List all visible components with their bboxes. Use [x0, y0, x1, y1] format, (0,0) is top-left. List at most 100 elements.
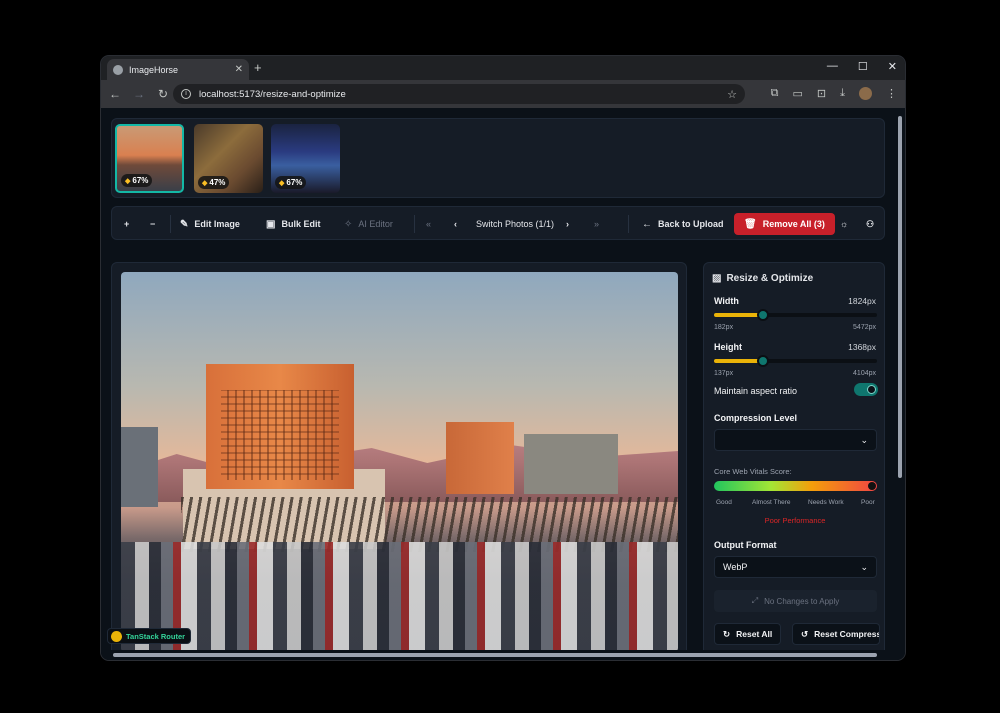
extension-icons: ⧉ ▭ ⊡ ⤓ ⋮ [771, 87, 897, 100]
zoom-out-button[interactable]: − [144, 213, 161, 235]
cwv-scale-needs-work: Needs Work [808, 499, 844, 506]
zoom-in-button[interactable]: + [118, 213, 135, 235]
maximize-icon[interactable]: ☐ [858, 60, 868, 73]
cwv-label: Core Web Vitals Score: [714, 467, 792, 476]
height-value: 1368px [848, 342, 876, 352]
prev-photo-icon[interactable]: ‹ [448, 213, 463, 235]
divider [628, 215, 629, 233]
profile-avatar[interactable] [859, 87, 872, 100]
reset-all-button[interactable]: ↻ Reset All [714, 623, 782, 645]
pencil-icon: ✎ [180, 218, 189, 230]
horizontal-scrollbar[interactable] [101, 650, 895, 660]
score-value: 67% [132, 176, 149, 185]
back-arrow-icon[interactable]: ← [109, 87, 121, 101]
edit-image-button[interactable]: ✎ Edit Image [174, 213, 246, 235]
images-icon: ▣ [266, 218, 276, 230]
minimize-icon[interactable]: — [827, 60, 838, 73]
cwv-scale-good: Good [716, 499, 732, 506]
panel-title: ▨ Resize & Optimize [712, 273, 813, 284]
theme-toggle-icon[interactable]: ☼ [834, 213, 854, 235]
cwv-score-marker [868, 482, 876, 490]
tanstack-logo-icon [111, 630, 122, 642]
photo-building [446, 422, 514, 494]
back-to-upload-button[interactable]: ← Back to Upload [636, 213, 730, 235]
sparkles-icon: ✧ [344, 218, 353, 230]
thumbnail-strip: ◆ 67% ◆ 47% ◆ 67% [111, 118, 885, 198]
user-icon[interactable]: ⚇ [860, 213, 880, 235]
score-badge: ◆ 67% [275, 176, 307, 189]
next-photo-icon[interactable]: › [560, 213, 575, 235]
divider [414, 215, 415, 233]
remove-all-button[interactable]: 🗑 Remove All (3) [734, 213, 835, 235]
height-label: Height [714, 342, 742, 352]
resize-optimize-panel: ▨ Resize & Optimize Width 1824px 182px 54… [703, 262, 885, 660]
preview-image[interactable] [121, 272, 678, 652]
page-viewport: ◆ 67% ◆ 47% ◆ 67% + − ✎ Edit Image ▣ Bulk Edi… [101, 108, 905, 660]
vertical-scroll-thumb[interactable] [898, 116, 902, 478]
score-value: 67% [286, 178, 303, 187]
browser-tab[interactable]: ImageHorse ✕ [107, 59, 249, 80]
undo-icon: ↺ [801, 628, 809, 639]
horizontal-scroll-thumb[interactable] [113, 653, 877, 657]
width-slider-handle[interactable] [756, 309, 769, 321]
thumbnail-3[interactable]: ◆ 67% [271, 124, 340, 193]
cwv-scale-almost: Almost There [752, 499, 791, 506]
cast-icon[interactable]: ▭ [793, 87, 803, 100]
image-canvas [111, 262, 687, 660]
width-min: 182px [714, 324, 734, 331]
browser-window: ImageHorse ✕ + — ☐ ✕ ← → ↻ i localhost:5… [101, 56, 905, 660]
extensions-icon[interactable]: ⧉ [771, 87, 779, 100]
bulk-edit-label: Bulk Edit [281, 219, 321, 229]
width-max: 5472px [853, 324, 876, 331]
chevron-down-icon: ⌄ [860, 561, 868, 572]
photo-building [524, 434, 618, 494]
arrow-left-icon: ← [642, 218, 652, 230]
download-icon[interactable]: ⤓ [840, 87, 845, 100]
tanstack-devtools-button[interactable]: TanStack Router [107, 628, 192, 644]
toggle-knob [867, 385, 876, 394]
first-photo-icon[interactable]: « [420, 213, 437, 235]
compression-select[interactable]: ⌄ [714, 429, 877, 451]
last-photo-icon[interactable]: » [588, 213, 605, 235]
bulk-edit-button[interactable]: ▣ Bulk Edit [260, 213, 326, 235]
new-tab-icon[interactable]: + [254, 60, 262, 75]
apply-changes-button[interactable]: ⤢ No Changes to Apply [714, 590, 877, 612]
photo-building [121, 427, 158, 507]
height-min: 137px [714, 370, 734, 377]
address-bar: ← → ↻ i localhost:5173/resize-and-optimi… [101, 80, 905, 108]
url-text[interactable]: localhost:5173/resize-and-optimize [199, 89, 719, 100]
forward-arrow-icon[interactable]: → [133, 87, 145, 101]
apply-changes-label: No Changes to Apply [764, 596, 840, 606]
aspect-ratio-label: Maintain aspect ratio [714, 386, 798, 396]
photo-windows [221, 390, 339, 480]
ai-editor-label: AI Editor [358, 219, 393, 229]
reset-compression-label: Reset Compression [814, 629, 880, 639]
height-slider[interactable] [714, 355, 877, 367]
ai-editor-button[interactable]: ✧ AI Editor [338, 213, 399, 235]
bolt-icon: ◆ [125, 177, 131, 185]
score-value: 47% [209, 178, 226, 187]
vertical-scrollbar[interactable] [895, 108, 905, 660]
thumbnail-2[interactable]: ◆ 47% [194, 124, 263, 193]
compression-label: Compression Level [714, 413, 798, 423]
thumbnail-1[interactable]: ◆ 67% [115, 124, 184, 193]
aspect-ratio-toggle[interactable] [854, 383, 878, 396]
output-format-select[interactable]: WebP ⌄ [714, 556, 877, 578]
screenshot-icon[interactable]: ⊡ [817, 87, 826, 100]
reset-compression-button[interactable]: ↺ Reset Compression [792, 623, 880, 645]
info-icon[interactable]: i [181, 89, 191, 99]
width-slider[interactable] [714, 309, 877, 321]
width-label: Width [714, 296, 739, 306]
omnibox[interactable]: i localhost:5173/resize-and-optimize ☆ [173, 84, 745, 104]
tab-bar: ImageHorse ✕ + — ☐ ✕ [101, 56, 905, 80]
kebab-menu-icon[interactable]: ⋮ [886, 87, 897, 100]
close-tab-icon[interactable]: ✕ [235, 64, 243, 75]
remove-all-label: Remove All (3) [762, 219, 825, 229]
expand-icon: ⤢ [751, 596, 759, 605]
height-slider-handle[interactable] [756, 355, 769, 367]
height-slider-fill [714, 359, 763, 363]
bookmark-star-icon[interactable]: ☆ [727, 88, 737, 101]
close-window-icon[interactable]: ✕ [888, 60, 897, 73]
reload-icon[interactable]: ↻ [157, 87, 169, 101]
switch-photos-label: Switch Photos (1/1) [476, 219, 555, 229]
